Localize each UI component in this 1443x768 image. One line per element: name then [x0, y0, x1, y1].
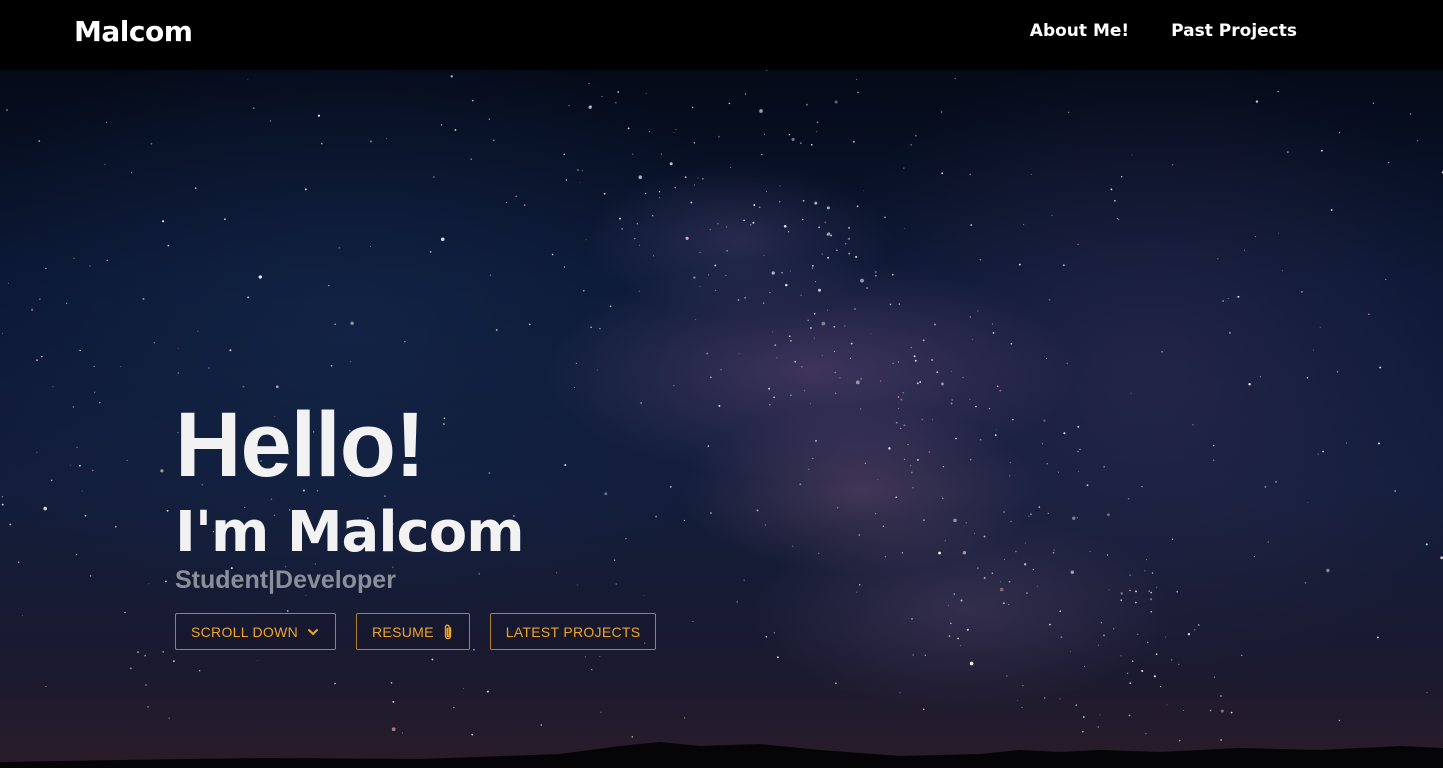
- scroll-down-button[interactable]: SCROLL DOWN: [175, 613, 337, 650]
- chevron-down-icon: [306, 625, 320, 639]
- hero-content: Hello! I'm Malcom Student|Developer SCRO…: [175, 394, 657, 650]
- nav-link-past-projects[interactable]: Past Projects: [1171, 18, 1297, 44]
- scroll-down-label: SCROLL DOWN: [191, 623, 299, 640]
- nav-links: About Me! Past Projects: [1030, 18, 1297, 44]
- latest-projects-button[interactable]: LATEST PROJECTS: [489, 613, 657, 650]
- resume-button[interactable]: RESUME: [356, 613, 470, 650]
- mountain-silhouette: [0, 742, 1443, 768]
- resume-label: RESUME: [372, 623, 434, 640]
- paperclip-icon: [442, 623, 454, 641]
- navbar: Malcom About Me! Past Projects: [0, 0, 1443, 70]
- hero-buttons: SCROLL DOWN RESUME LATEST PROJECTS: [175, 613, 657, 650]
- brand-logo[interactable]: Malcom: [74, 12, 193, 52]
- hero-name: I'm Malcom: [175, 500, 525, 565]
- hero-subtitle: Student|Developer: [175, 566, 396, 594]
- hero-section: Hello! I'm Malcom Student|Developer SCRO…: [0, 70, 1443, 768]
- nav-link-about-me[interactable]: About Me!: [1030, 18, 1129, 44]
- latest-projects-label: LATEST PROJECTS: [505, 623, 641, 640]
- hero-greeting: Hello!: [175, 394, 426, 496]
